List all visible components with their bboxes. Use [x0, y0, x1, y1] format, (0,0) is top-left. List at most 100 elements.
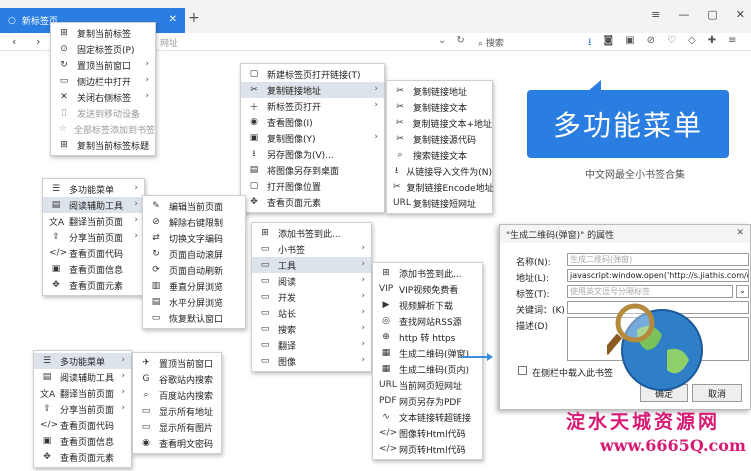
tab-menu-item[interactable]: ✕ 关闭右侧标签 › — [51, 89, 155, 105]
tab-menu-item[interactable]: ⊙ 固定标签页(P) — [51, 41, 155, 57]
close-window-icon[interactable]: ✕ — [736, 8, 745, 21]
link-menu-item[interactable]: ◉ 查看图像(I) — [241, 114, 384, 130]
tag-dropdown-icon[interactable]: ⌄ — [736, 285, 749, 298]
reading-menu-item[interactable]: ▥ 垂直分屏浏览 — [143, 278, 245, 294]
page-menu-item[interactable]: 文A 翻译当前页面 › — [43, 213, 144, 229]
camera-icon[interactable]: ◙ — [604, 35, 614, 52]
compass-icon[interactable]: ⊘ — [647, 35, 655, 52]
page-menu-2-item[interactable]: 文A 翻译当前页面 › — [34, 385, 131, 401]
name-field[interactable]: 生成二维码(弹窗) — [567, 253, 749, 266]
multi-menu-item[interactable]: ⌕ 百度站内搜索 — [133, 387, 221, 403]
link-menu-item[interactable]: ▤ 将图像另存到桌面 — [241, 162, 384, 178]
reading-menu-item[interactable]: ⇄ 切换文字编码 — [143, 230, 245, 246]
refresh-icon[interactable]: ↻ — [456, 35, 464, 46]
link-menu-item[interactable]: ✂ 复制链接地址 › — [241, 82, 384, 98]
bookmark-menu-item[interactable]: ▭ 站长 › — [252, 305, 371, 321]
extension-icon[interactable]: ✚ — [708, 35, 716, 52]
tab-menu-item[interactable]: ↻ 置顶当前窗口 › — [51, 57, 155, 73]
url-field[interactable]: javascript:window.open('http://s.jiathis… — [567, 269, 749, 282]
tools-menu-item[interactable]: ⊕ http 转 https — [373, 329, 482, 345]
reading-menu-item[interactable]: ↻ 页面自动滚屏 — [143, 246, 245, 262]
page-menu-2-item[interactable]: ✥ 查看页面元素 — [34, 449, 131, 465]
new-tab-button[interactable]: + — [188, 10, 200, 26]
bookmark-icon[interactable]: ◇ — [688, 35, 696, 52]
link-menu-item[interactable]: ▢ 打开图像位置 — [241, 178, 384, 194]
page-menu-item[interactable]: ▣ 查看页面信息 — [43, 261, 144, 277]
close-icon[interactable]: ✕ — [736, 228, 744, 238]
back-icon[interactable]: ‹ — [12, 35, 16, 48]
reading-menu-item[interactable]: ⊘ 解除右键限制 — [143, 214, 245, 230]
page-menu-item[interactable]: ▤ 阅读辅助工具 › — [43, 197, 144, 213]
copy-link-menu-item[interactable]: URL 复制链接短网址 — [387, 195, 492, 211]
dropdown-icon[interactable]: ⌄ — [438, 35, 446, 46]
page-menu-item[interactable]: ⇪ 分享当前页面 › — [43, 229, 144, 245]
page-menu-item[interactable]: ✥ 查看页面元素 — [43, 277, 144, 293]
copy-link-menu-item[interactable]: ✂ 复制链接文本 — [387, 99, 492, 115]
reading-menu-item[interactable]: ▭ 恢复默认窗口 — [143, 310, 245, 326]
page-menu-2-item[interactable]: ⇪ 分享当前页面 › — [34, 401, 131, 417]
link-menu-item[interactable]: ⭳ 另存图像为(V)... — [241, 146, 384, 162]
tools-menu-item[interactable]: PDF 网页另存为PDF — [373, 393, 482, 409]
tools-menu-item[interactable]: </> 图像转Html代码 — [373, 425, 482, 441]
tab-menu-item[interactable]: ▯ 发送到移动设备 — [51, 105, 155, 121]
link-menu-item[interactable]: ＋ 新标签页打开 › — [241, 98, 384, 114]
page-menu-2-item[interactable]: ☰ 多功能菜单 › — [34, 353, 131, 369]
tools-menu-item[interactable]: ▦ 生成二维码(弹窗) — [373, 345, 482, 361]
tools-menu-item[interactable]: ⊞ 添加书签到此... — [373, 265, 482, 281]
bookmark-menu-item[interactable]: ⊞ 添加书签到此... — [252, 225, 371, 241]
forward-icon[interactable]: › — [36, 35, 40, 48]
multi-menu-item[interactable]: G 谷歌站内搜索 — [133, 371, 221, 387]
reading-menu-item[interactable]: ⟳ 页面自动刷新 — [143, 262, 245, 278]
bookmark-menu-item[interactable]: ▭ 翻译 › — [252, 337, 371, 353]
tools-menu-item[interactable]: URL 当前网页短网址 — [373, 377, 482, 393]
tab-menu-item[interactable]: ▭ 侧边栏中打开 › — [51, 73, 155, 89]
copy-link-menu-item[interactable]: ✂ 复制链接文本+地址 — [387, 115, 492, 131]
submenu-arrow-icon: › — [361, 291, 365, 301]
link-menu-item[interactable]: ▢ 新建标签页打开链接(T) — [241, 66, 384, 82]
maximize-icon[interactable]: ▢ — [707, 8, 717, 21]
tools-menu-item[interactable]: ◎ 查找网站RSS源 — [373, 313, 482, 329]
bookmark-menu-item[interactable]: ▭ 工具 › — [252, 257, 371, 273]
link-menu-item[interactable]: ✥ 查看页面元素 — [241, 194, 384, 210]
bookmark-menu-item[interactable]: ▭ 图像 › — [252, 353, 371, 369]
search-box[interactable]: ⌕ 搜索 — [478, 36, 504, 49]
copy-link-menu-item[interactable]: ✂ 复制链接Encode地址 — [387, 179, 494, 195]
copy-link-menu-item[interactable]: ✂ 复制链接源代码 — [387, 131, 492, 147]
link-menu-item[interactable]: ▣ 复制图像(Y) › — [241, 130, 384, 146]
minimize-icon[interactable]: — — [678, 8, 689, 21]
bookmark-menu-item[interactable]: ▭ 搜索 › — [252, 321, 371, 337]
image-icon[interactable]: ▣ — [625, 35, 634, 52]
tab-menu-item[interactable]: ⊞ 复制当前标签标题 › — [51, 137, 155, 153]
multi-menu-item[interactable]: ◉ 查看明文密码 — [133, 435, 221, 451]
copy-link-menu-item[interactable]: ✂ 复制链接地址 — [387, 83, 492, 99]
page-menu-2-item[interactable]: ▣ 查看页面信息 — [34, 433, 131, 449]
multi-menu-item[interactable]: ▭ 显示所有地址 — [133, 403, 221, 419]
multi-menu-item[interactable]: ✈ 置顶当前窗口 — [133, 355, 221, 371]
multi-menu-item[interactable]: ▭ 显示所有图片 — [133, 419, 221, 435]
bookmark-menu-item[interactable]: ▭ 小书签 › — [252, 241, 371, 257]
tools-menu-item[interactable]: VIP VIP视频免费看 — [373, 281, 482, 297]
menu-icon[interactable]: ≡ — [728, 35, 736, 52]
page-menu-item[interactable]: </> 查看页面代码 — [43, 245, 144, 261]
tools-menu-item[interactable]: </> 网页转Html代码 — [373, 441, 482, 457]
close-tab-icon[interactable]: ✕ — [169, 14, 177, 25]
copy-link-menu-item[interactable]: ⭳ 从链接导入文件为(N) — [387, 163, 492, 179]
page-menu-item[interactable]: ☰ 多功能菜单 › — [43, 181, 144, 197]
sidebar-checkbox[interactable] — [518, 366, 527, 375]
tab-menu-item[interactable]: ⊞ 复制当前标签 — [51, 25, 155, 41]
download-icon[interactable]: ⭳ — [588, 35, 592, 52]
tab-menu-item[interactable]: ☆ 全部标签添加到书签 — [51, 121, 155, 137]
tools-menu-item[interactable]: ▦ 生成二维码(页内) — [373, 361, 482, 377]
page-menu-2-item[interactable]: ▤ 阅读辅助工具 › — [34, 369, 131, 385]
menu-icon[interactable]: ≡ — [651, 8, 660, 21]
reading-menu-item[interactable]: ✎ 编辑当前页面 — [143, 198, 245, 214]
tools-menu-item[interactable]: ∿ 文本链接转超链接 — [373, 409, 482, 425]
reading-menu-item[interactable]: ▤ 水平分屏浏览 — [143, 294, 245, 310]
bookmark-menu-item[interactable]: ▭ 阅读 › — [252, 273, 371, 289]
bookmark-menu-item[interactable]: ▭ 开发 › — [252, 289, 371, 305]
address-bar[interactable]: 网址 — [160, 36, 178, 49]
copy-link-menu-item[interactable]: ⌕ 搜索链接文本 — [387, 147, 492, 163]
heart-icon[interactable]: ♡ — [667, 35, 676, 52]
page-menu-2-item[interactable]: </> 查看页面代码 — [34, 417, 131, 433]
tools-menu-item[interactable]: ▶ 视频解析下载 — [373, 297, 482, 313]
